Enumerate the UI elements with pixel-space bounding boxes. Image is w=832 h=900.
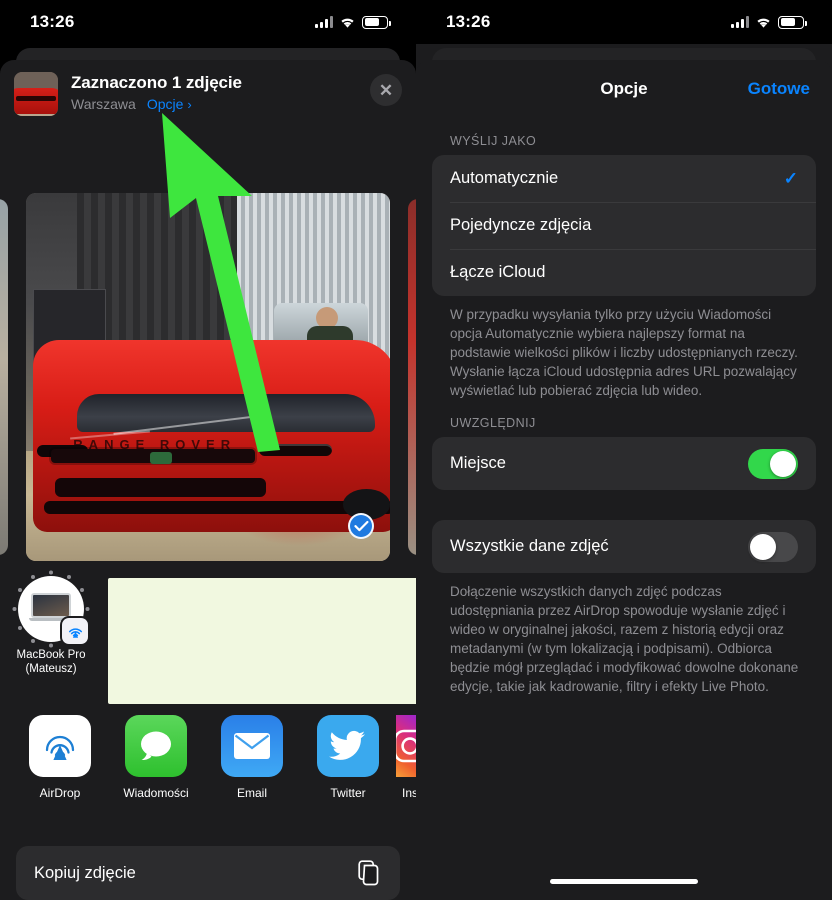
airdrop-target-label: MacBook Pro (Mateusz) — [12, 648, 90, 676]
copy-icon — [358, 860, 382, 886]
share-app-label: Email — [236, 786, 267, 800]
share-title: Zaznaczono 1 zdjęcie — [71, 73, 242, 92]
include-card-all-photo-data: Wszystkie dane zdjęć — [432, 520, 816, 573]
twitter-icon — [317, 715, 379, 777]
share-sheet-panel: 13:26 Zaznaczono 1 zdjęcie Warszawa Opcj… — [0, 0, 416, 900]
options-panel: 13:26 Opcje Gotowe WYŚLIJ JAKO Automatyc… — [416, 0, 832, 900]
include-row-all-photo-data[interactable]: Wszystkie dane zdjęć — [432, 520, 816, 573]
share-subtitle-row: Warszawa Opcje › — [71, 96, 402, 112]
share-sheet-header-text: Zaznaczono 1 zdjęcie Warszawa Opcje › — [71, 72, 402, 112]
share-app-label: AirDrop — [39, 786, 81, 800]
send-as-option-individual-photos[interactable]: Pojedyncze zdjęcia — [432, 202, 816, 249]
toggle-label: Wszystkie dane zdjęć — [450, 537, 609, 555]
include-card-location: Miejsce — [432, 437, 816, 490]
share-app-label: Wiadomości — [123, 786, 189, 800]
location-toggle[interactable] — [748, 448, 798, 479]
options-navbar: Opcje Gotowe — [416, 60, 832, 118]
toggle-label: Miejsce — [450, 454, 506, 472]
action-label: Kopiuj zdjęcie — [34, 863, 136, 882]
battery-icon — [778, 15, 807, 29]
messages-icon — [125, 715, 187, 777]
send-as-option-icloud-link[interactable]: Łącze iCloud — [432, 249, 816, 296]
option-label: Automatycznie — [450, 169, 559, 187]
cellular-signal-icon — [315, 16, 333, 28]
share-app-airdrop[interactable]: AirDrop — [12, 715, 108, 823]
option-label: Pojedyncze zdjęcia — [450, 216, 592, 234]
options-title: Opcje — [600, 79, 648, 98]
airdrop-device-line2: (Mateusz) — [25, 663, 77, 675]
status-icons — [315, 15, 391, 29]
home-indicator[interactable] — [550, 879, 698, 884]
share-sheet: Zaznaczono 1 zdjęcie Warszawa Opcje › ✕ — [0, 60, 416, 900]
close-button[interactable]: ✕ — [370, 74, 402, 106]
photo-thumbnail[interactable] — [14, 72, 58, 116]
airdrop-target-macbook[interactable]: MacBook Pro (Mateusz) — [12, 570, 90, 676]
carousel-photo-previous[interactable] — [0, 199, 8, 555]
status-icons — [731, 15, 807, 29]
share-app-label: Twitter — [330, 786, 366, 800]
checkmark-icon: ✓ — [783, 168, 798, 188]
status-time: 13:26 — [30, 12, 75, 31]
carousel-photo-selected[interactable]: RANGE ROVER — [26, 193, 390, 561]
options-sheet: Opcje Gotowe WYŚLIJ JAKO Automatycznie ✓… — [416, 60, 832, 900]
photo-selected-check-icon — [348, 513, 374, 539]
options-link[interactable]: Opcje › — [147, 96, 192, 112]
status-time: 13:26 — [446, 12, 491, 31]
send-as-option-automatic[interactable]: Automatycznie ✓ — [432, 155, 816, 202]
airdrop-device-line1: MacBook Pro — [16, 649, 86, 661]
photo-carousel[interactable]: RANGE ROVER — [0, 193, 416, 561]
share-app-email[interactable]: Email — [204, 715, 300, 823]
mail-icon — [221, 715, 283, 777]
carousel-photo-next[interactable] — [408, 199, 416, 555]
all-photo-data-toggle[interactable] — [748, 531, 798, 562]
share-app-label: Ins — [401, 786, 416, 800]
send-as-footer: W przypadku wysyłania tylko przy użyciu … — [450, 307, 798, 398]
action-copy-photo[interactable]: Kopiuj zdjęcie — [16, 846, 400, 900]
close-icon: ✕ — [378, 80, 394, 100]
option-label: Łącze iCloud — [450, 263, 546, 281]
cellular-signal-icon — [731, 16, 749, 28]
status-bar-right: 13:26 — [416, 0, 832, 44]
send-as-header: WYŚLIJ JAKO — [450, 134, 537, 148]
instagram-icon — [396, 715, 416, 777]
status-bar-left: 13:26 — [0, 0, 416, 44]
airdrop-badge-icon — [62, 618, 88, 644]
wifi-icon — [755, 16, 772, 29]
share-app-instagram[interactable]: Ins — [396, 715, 416, 823]
share-app-messages[interactable]: Wiadomości — [108, 715, 204, 823]
battery-icon — [362, 15, 391, 29]
done-button[interactable]: Gotowe — [748, 79, 810, 99]
send-as-card: Automatycznie ✓ Pojedyncze zdjęcia Łącze… — [432, 155, 816, 296]
airdrop-icon — [29, 715, 91, 777]
share-sheet-header: Zaznaczono 1 zdjęcie Warszawa Opcje › ✕ — [0, 60, 416, 122]
redaction-overlay — [108, 578, 416, 704]
airdrop-targets-row: MacBook Pro (Mateusz) — [0, 568, 416, 704]
wifi-icon — [339, 16, 356, 29]
photo-location: Warszawa — [71, 96, 136, 112]
include-footer: Dołączenie wszystkich danych zdjęć podcz… — [450, 584, 799, 694]
share-app-twitter[interactable]: Twitter — [300, 715, 396, 823]
chevron-right-icon: › — [187, 96, 192, 112]
options-link-label: Opcje — [146, 96, 184, 112]
share-actions-list: Kopiuj zdjęcie Dodaj do albumu udostępni… — [16, 846, 400, 900]
app-share-row: AirDrop Wiadomości Email Twitter Ins — [0, 715, 416, 823]
include-header: UWZGLĘDNIJ — [450, 416, 536, 430]
dual-phone-screenshot: 13:26 Zaznaczono 1 zdjęcie Warszawa Opcj… — [0, 0, 832, 900]
include-row-location[interactable]: Miejsce — [432, 437, 816, 490]
